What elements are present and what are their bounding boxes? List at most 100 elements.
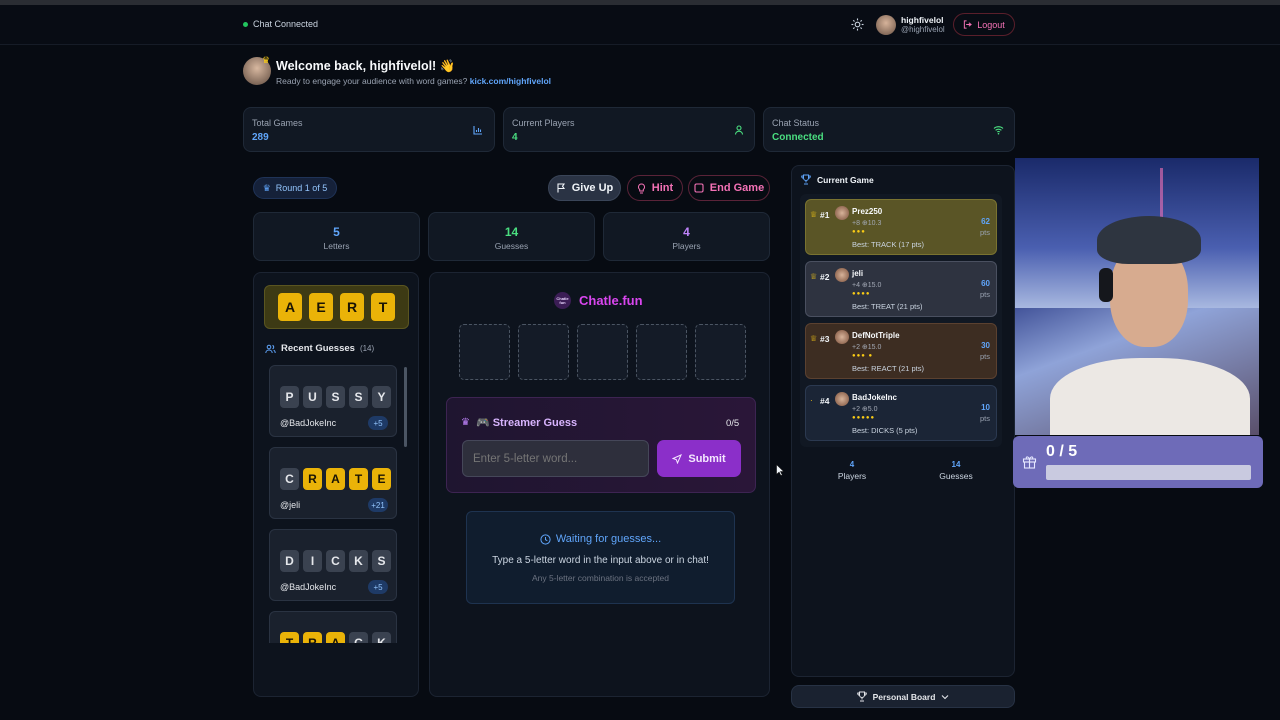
guess-letter: A xyxy=(326,632,345,643)
counter-letters: 5 Letters xyxy=(253,212,420,261)
user-identity: highfivelol @highfivelol xyxy=(901,15,945,34)
rank-icon: ♕ xyxy=(810,210,818,219)
player-points-unit: pts xyxy=(979,290,990,299)
personal-board-toggle[interactable]: Personal Board xyxy=(791,685,1015,708)
player-streak-dots: ●●● xyxy=(852,229,866,235)
rank-icon: ♕ xyxy=(810,334,818,343)
player-name: jeli xyxy=(852,269,864,278)
game-board: Chatle fun Chatle.fun ♛ 🎮 Streamer Guess… xyxy=(429,272,770,697)
lightbulb-icon xyxy=(637,182,645,193)
end-game-button[interactable]: End Game xyxy=(688,175,770,201)
stat-current-players: Current Players 4 xyxy=(503,107,755,152)
submit-button[interactable]: Submit xyxy=(657,440,741,477)
scrollbar-thumb[interactable] xyxy=(404,367,407,447)
recent-guess-card: D I C K S @BadJokeInc +5 xyxy=(269,529,397,601)
player-avatar xyxy=(835,392,849,406)
gift-icon xyxy=(1022,456,1037,469)
guess-username: @BadJokeInc xyxy=(280,418,337,428)
welcome-title: Welcome back, highfivelol! 👋 xyxy=(276,59,456,73)
player-best-word: Best: DICKS (5 pts) xyxy=(852,426,918,435)
player-rank: #1 xyxy=(820,210,830,220)
wifi-icon xyxy=(993,126,1004,135)
guess-letter: S xyxy=(372,550,391,572)
progress-bar xyxy=(1046,465,1251,480)
leaderboard-entry[interactable]: ♕ #1 Prez250 +8 ⊕10.3 ●●● Best: TRACK (17 pts… xyxy=(805,199,997,255)
bar-chart-icon xyxy=(473,126,482,135)
guess-points-badge: +21 xyxy=(368,498,388,512)
hint-button[interactable]: Hint xyxy=(627,175,683,201)
guess-letter: R xyxy=(303,632,322,643)
stat-total-games: Total Games 289 xyxy=(243,107,495,152)
guess-letter: C xyxy=(326,550,345,572)
guess-letter: T xyxy=(280,632,299,643)
leaderboard-players-stat: 4 Players xyxy=(837,460,867,481)
letter-slot xyxy=(577,324,628,380)
player-name: BadJokeInc xyxy=(852,393,897,402)
clock-icon xyxy=(540,533,551,545)
player-avatar xyxy=(835,206,849,220)
top-bar: Chat Connected highfivelol @highfivelol … xyxy=(0,5,1280,45)
streamer-guess-card: ♛ 🎮 Streamer Guess 0/5 Submit xyxy=(446,397,756,493)
player-points: 60 xyxy=(981,279,990,288)
counter-guesses: 14 Guesses xyxy=(428,212,595,261)
recent-guess-card: P U S S Y @BadJokeInc +5 xyxy=(269,365,397,437)
guesses-panel: A E R T Recent Guesses (14) P U S S Y @BadJok… xyxy=(253,272,419,697)
flag-icon xyxy=(557,183,565,193)
player-meta: +8 ⊕10.3 xyxy=(852,220,882,227)
letter-slot xyxy=(518,324,569,380)
logout-button[interactable]: Logout xyxy=(953,13,1015,36)
player-best-word: Best: TREAT (21 pts) xyxy=(852,302,923,311)
chevron-down-icon xyxy=(942,694,949,699)
stop-icon xyxy=(694,183,704,193)
display-name: highfivelol xyxy=(901,15,944,25)
chat-connection-status: Chat Connected xyxy=(243,19,318,29)
guess-slots xyxy=(459,324,746,380)
player-best-word: Best: REACT (21 pts) xyxy=(852,364,924,373)
guess-letter: S xyxy=(349,386,368,408)
welcome-subtitle: Ready to engage your audience with word … xyxy=(276,76,551,86)
player-name: DefNotTriple xyxy=(852,331,900,340)
revealed-letters: A E R T xyxy=(264,285,409,329)
player-points-unit: pts xyxy=(979,228,990,237)
revealed-letter: T xyxy=(371,293,395,321)
recent-guesses-list[interactable]: P U S S Y @BadJokeInc +5 C R A T E @jeli +21 D I C K S @Bad… xyxy=(269,365,408,643)
waiting-title: Waiting for guesses... xyxy=(555,533,662,545)
guess-letter: D xyxy=(280,550,299,572)
brand: Chatle fun Chatle.fun xyxy=(554,292,643,309)
user-avatar[interactable] xyxy=(876,15,896,35)
guess-letter: U xyxy=(303,386,322,408)
guess-username: @jeli xyxy=(280,500,301,510)
guess-letter: S xyxy=(326,386,345,408)
guess-points-badge: +5 xyxy=(368,416,388,430)
rank-icon: · xyxy=(810,396,813,405)
waiting-card: Waiting for guesses... Type a 5-letter w… xyxy=(466,511,735,604)
guess-letter: P xyxy=(280,386,299,408)
crown-icon: ♛ xyxy=(262,55,271,65)
player-rank: #2 xyxy=(820,272,830,282)
word-input[interactable] xyxy=(462,440,649,477)
stat-chat-status: Chat Status Connected xyxy=(763,107,1015,152)
guess-letter: E xyxy=(372,468,391,490)
leaderboard-entry[interactable]: ♕ #2 jeli +4 ⊕15.0 ●●●● Best: TREAT (21 pts) 6… xyxy=(805,261,997,317)
give-up-button[interactable]: Give Up xyxy=(548,175,621,201)
leaderboard-title: Current Game xyxy=(817,174,874,185)
logout-icon xyxy=(964,20,973,29)
webcam-headphone xyxy=(1099,268,1113,302)
mouse-cursor-icon xyxy=(776,464,784,476)
rank-icon: ♕ xyxy=(810,272,818,281)
recent-guess-card: TRACK xyxy=(269,611,397,643)
channel-link[interactable]: kick.com/highfivelol xyxy=(470,76,551,86)
leaderboard-guesses-stat: 14 Guesses xyxy=(939,460,973,481)
leaderboard-entry[interactable]: · #4 BadJokeInc +2 ⊕5.0 ●●●●● Best: DICKS (5 … xyxy=(805,385,997,441)
send-icon xyxy=(672,453,683,464)
leaderboard-entry[interactable]: ♕ #3 DefNotTriple +2 ⊕15.0 ●●● ● Best: REACT … xyxy=(805,323,997,379)
theme-toggle-sun-icon[interactable] xyxy=(851,18,864,31)
trophy-icon xyxy=(801,174,811,185)
leaderboard-panel: Current Game ♕ #1 Prez250 +8 ⊕10.3 ●●● Best: … xyxy=(791,165,1015,677)
webcam-person-cap xyxy=(1097,216,1201,264)
chat-status-text: Chat Connected xyxy=(253,19,319,29)
player-best-word: Best: TRACK (17 pts) xyxy=(852,240,924,249)
streamer-guess-count: 0/5 xyxy=(726,418,740,429)
player-name: Prez250 xyxy=(852,207,883,216)
player-points: 62 xyxy=(981,217,990,226)
